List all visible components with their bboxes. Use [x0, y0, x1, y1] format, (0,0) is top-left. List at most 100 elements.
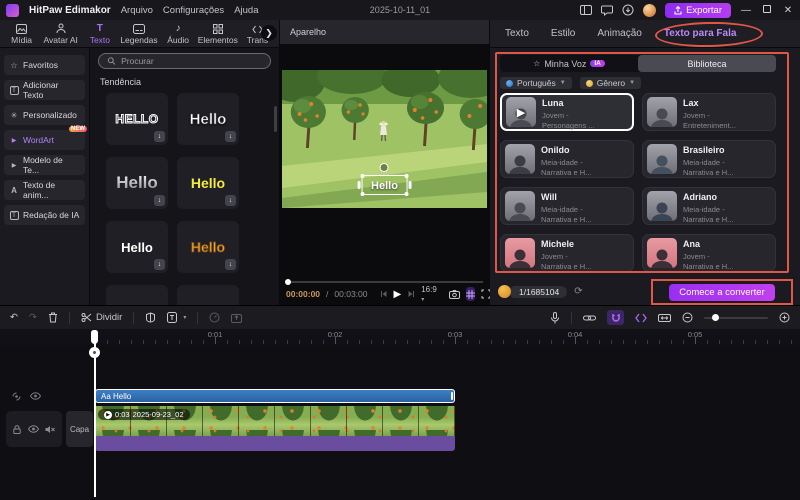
close-button[interactable]: ✕: [782, 5, 794, 16]
tab-legendas[interactable]: Legendas: [119, 23, 158, 45]
playhead-marker[interactable]: [91, 330, 98, 344]
sidebar-item-favoritos[interactable]: ☆ Favoritos: [4, 55, 85, 75]
text-style-card[interactable]: Hello ↓: [177, 157, 239, 209]
convert-button[interactable]: Comece a converter: [669, 283, 775, 301]
resize-handle[interactable]: [404, 192, 409, 196]
prev-frame-icon[interactable]: [380, 290, 388, 298]
user-avatar[interactable]: [643, 3, 657, 17]
voice-card-brasileiro[interactable]: Brasileiro Meia-idade - Narrativa e H...: [642, 140, 776, 178]
gender-dropdown[interactable]: Gênero ▼: [579, 77, 642, 89]
keyframe-brackets-icon[interactable]: [635, 313, 647, 323]
resize-handle[interactable]: [404, 174, 409, 178]
minimize-button[interactable]: —: [740, 5, 752, 16]
text-style-card[interactable]: HELLO ↓: [106, 93, 168, 145]
side-handle[interactable]: [357, 181, 361, 189]
voice-card-adriano[interactable]: Adriano Meia-idade - Narrativa e H...: [642, 187, 776, 225]
rotate-handle[interactable]: [380, 163, 389, 172]
tab-estilo[interactable]: Estilo: [551, 28, 575, 39]
text-style-card[interactable]: [106, 285, 168, 305]
sidebar-item-redacao-ia[interactable]: T Redação de IA: [4, 205, 85, 225]
text-style-card[interactable]: Hello ↓: [177, 93, 239, 145]
maximize-button[interactable]: [761, 4, 773, 16]
download-icon[interactable]: [622, 4, 634, 16]
feedback-icon[interactable]: [601, 5, 614, 16]
resize-handle[interactable]: [360, 174, 365, 178]
download-arrow-icon[interactable]: ↓: [154, 259, 165, 270]
language-dropdown[interactable]: Português ▼: [500, 77, 572, 89]
zoom-slider[interactable]: [704, 313, 768, 321]
sidebar-item-personalizado[interactable]: ✳ Personalizado: [4, 105, 85, 125]
zoom-out-icon[interactable]: [682, 312, 693, 323]
tab-texto[interactable]: T Texto: [80, 23, 119, 45]
text-tool-icon[interactable]: ▾: [167, 312, 186, 323]
play-button[interactable]: ▶: [394, 289, 402, 300]
text-style-card[interactable]: Hello ↓: [106, 157, 168, 209]
tab-midia[interactable]: Mídia: [2, 23, 41, 45]
speed-icon[interactable]: [209, 312, 220, 323]
sidebar-item-modelo-de-texto[interactable]: ▶ Modelo de Te...: [4, 155, 85, 175]
tab-texto-para-fala[interactable]: Texto para Fala: [664, 28, 737, 39]
text-style-card[interactable]: Hello ↓: [177, 221, 239, 273]
download-arrow-icon[interactable]: ↓: [154, 131, 165, 142]
download-arrow-icon[interactable]: ↓: [225, 195, 236, 206]
tab-elementos[interactable]: Elementos: [198, 23, 238, 45]
cover-button[interactable]: Capa: [66, 411, 93, 447]
menu-configuracoes[interactable]: Configurações: [163, 5, 224, 16]
scrollbar[interactable]: [274, 106, 277, 132]
zoom-slider-knob[interactable]: [712, 313, 719, 321]
sidebar-item-adicionar-texto[interactable]: T Adicionar Texto: [4, 80, 85, 100]
scrubber-thumb[interactable]: [285, 279, 291, 285]
refresh-icon[interactable]: ⟳: [574, 286, 582, 297]
voice-card-will[interactable]: Will Meia-idade - Narrativa e H...: [500, 187, 634, 225]
search-input[interactable]: [121, 56, 262, 66]
mask-icon[interactable]: [145, 312, 156, 323]
tab-avatar-ai[interactable]: Avatar AI: [41, 23, 80, 45]
menu-ajuda[interactable]: Ajuda: [234, 5, 258, 16]
timeline-ruler[interactable]: 0:01 0:02 0:03 0:04 0:05: [0, 329, 800, 345]
microphone-icon[interactable]: [550, 311, 560, 324]
grid-toggle[interactable]: [465, 287, 475, 301]
mute-icon[interactable]: [45, 425, 56, 434]
resize-handle[interactable]: [360, 192, 365, 196]
export-button[interactable]: Exportar: [665, 2, 731, 18]
voice-card-ana[interactable]: Ana Jovem - Narrativa e H...: [642, 234, 776, 272]
selected-text-overlay[interactable]: Hello: [357, 163, 412, 196]
playhead-handle[interactable]: [89, 347, 100, 358]
voice-card-michele[interactable]: Michele Jovem - Narrativa e H...: [500, 234, 634, 272]
eye-icon[interactable]: [27, 425, 39, 433]
voiceover-icon[interactable]: [12, 392, 21, 401]
link-icon[interactable]: [583, 314, 596, 322]
preview-scrubber[interactable]: [285, 279, 483, 285]
text-clip[interactable]: Aa Hello: [95, 389, 455, 403]
video-canvas[interactable]: Hello: [282, 70, 487, 208]
tab-animacao[interactable]: Animação: [597, 28, 641, 39]
download-arrow-icon[interactable]: ↓: [225, 131, 236, 142]
voice-card-luna[interactable]: ▶ Luna Jovem - Personagens ...: [500, 93, 634, 131]
menu-arquivo[interactable]: Arquivo: [121, 5, 153, 16]
next-frame-icon[interactable]: [407, 290, 415, 298]
eye-icon[interactable]: [30, 392, 41, 400]
sidebar-item-texto-animado[interactable]: A Texto de anim...: [4, 180, 85, 200]
download-arrow-icon[interactable]: ↓: [154, 195, 165, 206]
sidebar-item-wordart[interactable]: ▶ WordArt NEW: [4, 126, 87, 150]
tab-texto-prop[interactable]: Texto: [505, 28, 529, 39]
play-voice-icon[interactable]: ▶: [506, 97, 536, 127]
lock-icon[interactable]: [13, 424, 21, 434]
fit-timeline-icon[interactable]: [658, 313, 671, 323]
search-bar[interactable]: [98, 53, 271, 69]
voice-card-lax[interactable]: Lax Jovem - Entreteniment...: [642, 93, 776, 131]
split-button[interactable]: Dividir: [81, 312, 122, 323]
voice-card-onildo[interactable]: Onildo Meia-idade - Narrativa e H...: [500, 140, 634, 178]
tab-strip-next-icon[interactable]: ❯: [261, 25, 277, 41]
magnet-snap-toggle[interactable]: [607, 310, 624, 325]
layout-panels-icon[interactable]: [580, 5, 593, 15]
tab-audio[interactable]: ♪ Áudio: [159, 23, 198, 45]
download-arrow-icon[interactable]: ↓: [225, 259, 236, 270]
snapshot-icon[interactable]: [448, 289, 460, 299]
video-clip[interactable]: ▶ 0:03 2025-09-23_02: [95, 406, 455, 436]
text-style-card[interactable]: Hello ↓: [106, 221, 168, 273]
delete-icon[interactable]: [48, 312, 58, 323]
redo-icon[interactable]: ↷: [29, 312, 37, 323]
zoom-in-icon[interactable]: [779, 312, 790, 323]
library-tab[interactable]: Biblioteca: [638, 55, 776, 72]
